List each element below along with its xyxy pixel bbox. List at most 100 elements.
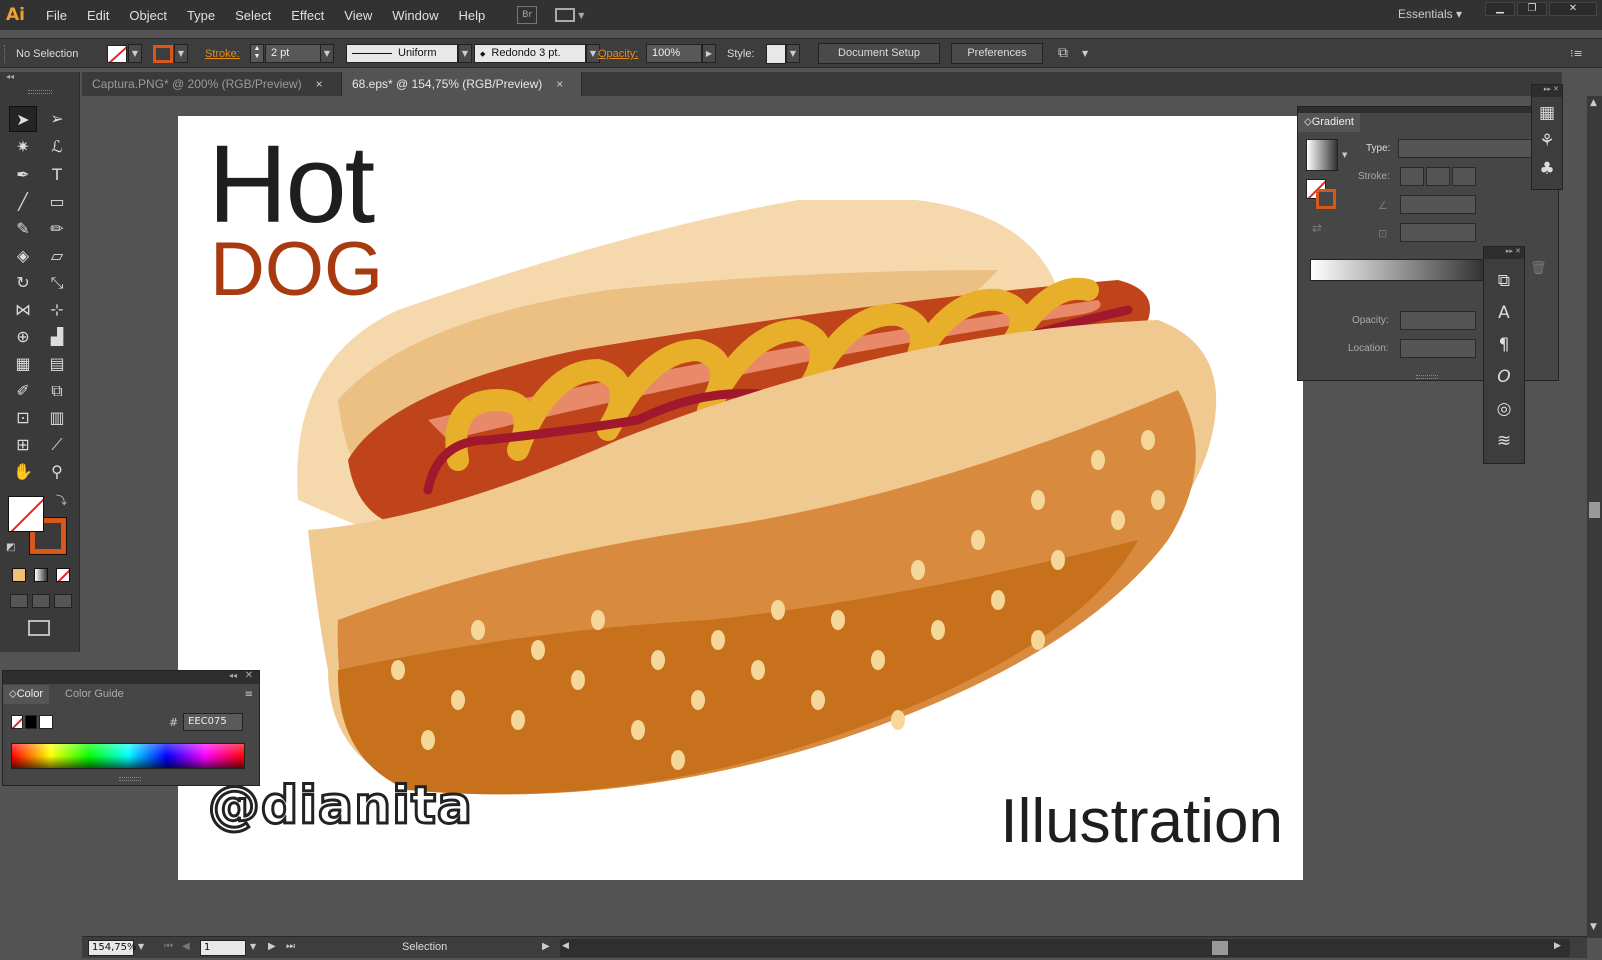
collapse-icon[interactable]: ◂◂ — [6, 72, 14, 81]
menu-file[interactable]: File — [36, 8, 77, 23]
screen-mode-icon[interactable] — [28, 620, 50, 636]
style-dropdown[interactable]: ▼ — [786, 44, 800, 63]
chevron-down-icon[interactable]: ▼ — [138, 942, 144, 951]
shape-builder-tool-icon[interactable]: ⊕ — [9, 324, 37, 350]
next-artboard-icon[interactable]: ▶ — [268, 941, 276, 952]
menu-effect[interactable]: Effect — [281, 8, 334, 23]
symbol-sprayer-tool-icon[interactable]: ⊡ — [9, 405, 37, 431]
tab-68-eps[interactable]: 68.eps* @ 154,75% (RGB/Preview) × — [342, 72, 582, 96]
delete-stop-icon[interactable]: 🗑 — [1530, 261, 1547, 276]
tab-gradient[interactable]: ⬦Gradient — [1298, 113, 1360, 132]
stroke-swatch-small[interactable] — [1316, 189, 1336, 209]
draw-inside-icon[interactable] — [54, 594, 72, 608]
scroll-thumb[interactable] — [1589, 502, 1600, 518]
aspect-ratio-field[interactable] — [1400, 223, 1476, 242]
column-graph-tool-icon[interactable]: ▥ — [43, 405, 71, 431]
menu-select[interactable]: Select — [225, 8, 281, 23]
magic-wand-tool-icon[interactable]: ✷ — [9, 134, 37, 160]
draw-behind-icon[interactable] — [32, 594, 50, 608]
vertical-scrollbar[interactable]: ▲ ▼ — [1587, 96, 1602, 938]
none-swatch[interactable] — [11, 715, 23, 729]
scale-tool-icon[interactable]: ⤡ — [43, 270, 71, 296]
stroke-weight-dropdown[interactable]: ▼ — [320, 44, 334, 63]
gradient-tool-icon[interactable]: ▤ — [43, 351, 71, 377]
scroll-left-icon[interactable]: ◀ — [562, 941, 569, 951]
white-swatch[interactable] — [39, 715, 53, 729]
zoom-field[interactable]: 154,75% — [88, 940, 137, 956]
layers-icon[interactable]: ≋ — [1484, 431, 1524, 451]
swap-icon[interactable]: ⤵ — [56, 492, 67, 508]
close-button[interactable]: ✕ — [1549, 2, 1597, 16]
location-field[interactable] — [1400, 339, 1476, 358]
gradient-mode-icon[interactable] — [34, 568, 48, 582]
stroke-profile-dropdown[interactable]: ▼ — [458, 44, 472, 63]
tab-captura[interactable]: Captura.PNG* @ 200% (RGB/Preview) × — [82, 72, 342, 96]
menu-edit[interactable]: Edit — [77, 8, 119, 23]
stroke-profile-select[interactable]: Uniform — [346, 44, 458, 63]
preferences-button[interactable]: Preferences — [951, 43, 1043, 64]
reverse-gradient-icon[interactable]: ⇄ — [1312, 221, 1322, 235]
close-icon[interactable]: × — [556, 77, 563, 91]
stroke-dropdown[interactable]: ▼ — [174, 44, 188, 63]
menu-view[interactable]: View — [334, 8, 382, 23]
direct-selection-tool-icon[interactable]: ➢ — [43, 106, 71, 132]
stroke-option-1[interactable] — [1400, 167, 1424, 186]
transform-icon[interactable]: ⧉ — [1484, 271, 1524, 291]
pencil-tool-icon[interactable]: ✏ — [43, 216, 71, 242]
chevron-down-icon[interactable]: ▼ — [1082, 49, 1088, 58]
artboard[interactable]: Hot DOG @dianita Illustration — [178, 116, 1303, 880]
scroll-up-icon[interactable]: ▲ — [1590, 98, 1597, 108]
close-icon[interactable]: × — [316, 77, 323, 91]
line-tool-icon[interactable]: ╱ — [9, 189, 37, 215]
opacity-label[interactable]: Opacity: — [598, 48, 638, 60]
character-icon[interactable]: A — [1484, 303, 1524, 323]
brushes-icon[interactable]: ⚘ — [1532, 131, 1562, 151]
none-mode-icon[interactable] — [56, 568, 70, 582]
lasso-tool-icon[interactable]: ℒ — [43, 134, 71, 160]
menu-help[interactable]: Help — [448, 8, 495, 23]
eraser-tool-icon[interactable]: ▱ — [43, 243, 71, 269]
free-transform-tool-icon[interactable]: ⊹ — [43, 297, 71, 323]
menu-window[interactable]: Window — [382, 8, 448, 23]
arrange-documents-icon[interactable] — [555, 8, 576, 22]
document-setup-button[interactable]: Document Setup — [818, 43, 940, 64]
restore-button[interactable]: ❐ — [1517, 2, 1547, 16]
tab-color[interactable]: ⬦Color — [3, 685, 49, 704]
close-icon[interactable]: ✕ — [245, 670, 253, 681]
tab-color-guide[interactable]: Color Guide — [59, 685, 130, 703]
slice-tool-icon[interactable]: ⟋ — [43, 432, 71, 458]
fill-dropdown[interactable]: ▼ — [128, 44, 142, 63]
swatches-icon[interactable]: ▦ — [1532, 103, 1562, 123]
opentype-icon[interactable]: O — [1484, 367, 1524, 387]
gradient-preview[interactable] — [1306, 139, 1338, 171]
paintbrush-tool-icon[interactable]: ✎ — [9, 216, 37, 242]
first-artboard-icon[interactable]: ⏮ — [164, 941, 173, 952]
scroll-down-icon[interactable]: ▼ — [1590, 922, 1597, 932]
stroke-weight-stepper[interactable]: ▲ ▼ — [250, 44, 264, 63]
opacity-field[interactable]: 100% — [646, 44, 702, 63]
angle-field[interactable] — [1400, 195, 1476, 214]
eyedropper-tool-icon[interactable]: ✐ — [9, 378, 37, 404]
arrange-icon[interactable]: ⧉ — [1058, 45, 1068, 61]
appearance-icon[interactable]: ◎ — [1484, 399, 1524, 419]
perspective-grid-tool-icon[interactable]: ▟ — [43, 324, 71, 350]
chevron-down-icon[interactable]: ▼ — [1342, 151, 1347, 159]
mesh-tool-icon[interactable]: ▦ — [9, 351, 37, 377]
stroke-swatch[interactable] — [153, 45, 173, 63]
pen-tool-icon[interactable]: ✒ — [9, 162, 37, 188]
opacity-field[interactable] — [1400, 311, 1476, 330]
rotate-tool-icon[interactable]: ↻ — [9, 270, 37, 296]
artboard-number-field[interactable]: 1 — [200, 940, 246, 956]
style-swatch[interactable] — [766, 44, 786, 64]
bridge-button[interactable]: Br — [517, 6, 538, 24]
gradient-slider[interactable] — [1310, 259, 1498, 281]
menu-object[interactable]: Object — [119, 8, 177, 23]
fill-swatch[interactable] — [107, 45, 127, 63]
paragraph-icon[interactable]: ¶ — [1484, 335, 1524, 355]
blend-tool-icon[interactable]: ⧉ — [43, 378, 71, 404]
panel-menu-icon[interactable]: ≡ — [245, 689, 253, 700]
horizontal-scrollbar[interactable]: ◀ ▶ — [560, 939, 1570, 957]
opacity-dropdown[interactable]: ▶ — [702, 44, 716, 63]
collapse-icon[interactable]: ◂◂ — [229, 671, 237, 680]
draw-normal-icon[interactable] — [10, 594, 28, 608]
